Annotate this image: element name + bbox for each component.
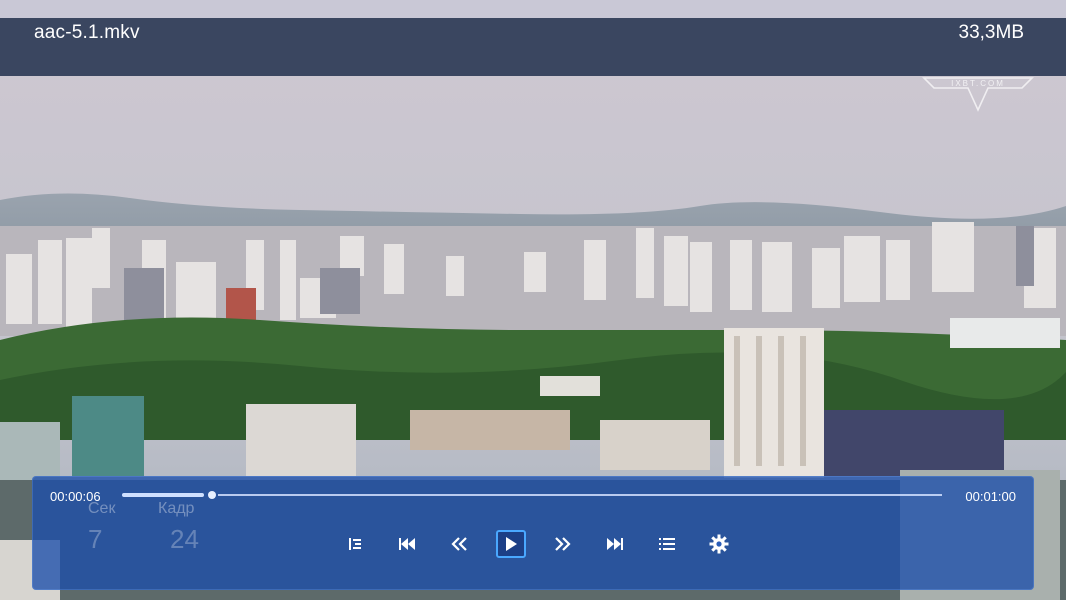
transport-controls	[340, 528, 756, 560]
ixbt-watermark-logo: IXBT.COM	[922, 77, 1034, 112]
seek-remaining	[218, 494, 942, 496]
chapters-icon	[349, 538, 361, 550]
watermark-text: IXBT.COM	[951, 79, 1005, 88]
chapters-button[interactable]	[340, 530, 370, 558]
player-screen: aac-5.1.mkv 33,3MB IXBT.COM 00:00:06 00:…	[0, 0, 1066, 600]
skip-previous-icon	[399, 538, 415, 550]
seek-progress	[122, 493, 204, 497]
skip-next-icon	[607, 538, 623, 550]
seconds-value: 7	[88, 524, 103, 554]
gear-icon	[709, 534, 729, 554]
settings-button[interactable]	[704, 530, 734, 558]
play-button[interactable]	[496, 530, 526, 558]
frame-label: Кадр	[158, 500, 195, 517]
fast-forward-button[interactable]	[548, 530, 578, 558]
playlist-icon	[659, 538, 675, 550]
rewind-icon	[451, 537, 467, 551]
skip-previous-button[interactable]	[392, 530, 422, 558]
seconds-label: Сек	[88, 500, 116, 517]
play-icon	[506, 537, 517, 551]
frame-value: 24	[170, 524, 199, 554]
rewind-button[interactable]	[444, 530, 474, 558]
playlist-button[interactable]	[652, 530, 682, 558]
skip-next-button[interactable]	[600, 530, 630, 558]
seek-bar[interactable]	[122, 491, 942, 499]
file-size: 33,3MB	[958, 22, 1024, 43]
fast-forward-icon	[555, 537, 571, 551]
top-strip	[0, 0, 1066, 18]
title-bar: aac-5.1.mkv 33,3MB	[0, 18, 1066, 76]
duration-time: 00:01:00	[965, 489, 1016, 504]
seek-handle[interactable]	[208, 491, 216, 499]
playback-panel: 00:00:06 00:01:00 Сек Кадр 7 24	[32, 476, 1034, 590]
file-name: aac-5.1.mkv	[34, 22, 140, 43]
